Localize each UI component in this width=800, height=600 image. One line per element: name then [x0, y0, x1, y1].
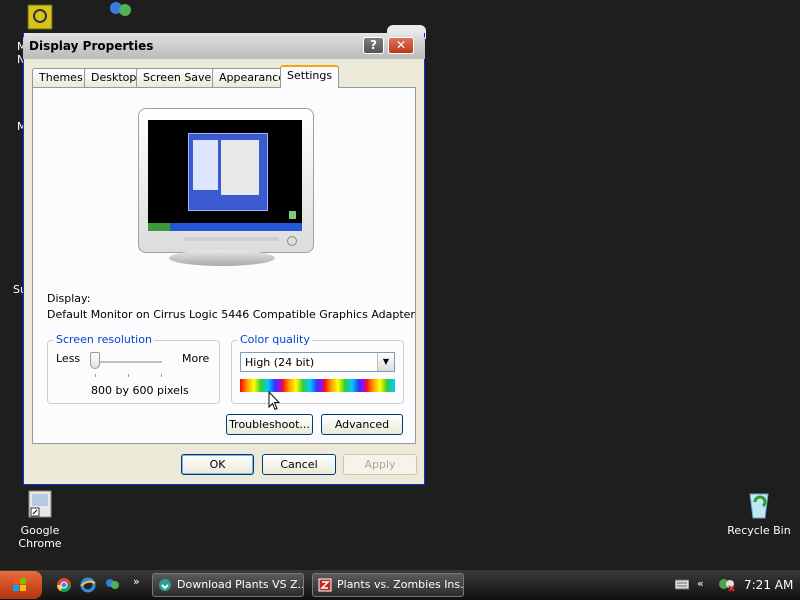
installer-task-icon	[318, 578, 332, 592]
ok-button[interactable]: OK	[181, 454, 254, 475]
windows-logo-icon	[13, 578, 27, 592]
desktop-icon-recycle-bin[interactable]: Recycle Bin	[719, 488, 799, 537]
desktop-icon-top-left[interactable]	[0, 4, 80, 30]
resolution-value: 800 by 600 pixels	[91, 384, 189, 397]
preview-recycle-icon	[289, 211, 296, 219]
desktop-icon-label: Google Chrome	[18, 524, 62, 550]
window-title: Display Properties	[29, 39, 154, 53]
color-quality-value: High (24 bit)	[245, 356, 315, 369]
preview-start-button	[148, 223, 170, 231]
cancel-button[interactable]: Cancel	[262, 454, 336, 475]
taskbar: » Download Plants VS Z... Plants vs. Zom…	[0, 570, 800, 600]
color-spectrum-bar	[240, 379, 395, 392]
messenger-icon	[105, 0, 135, 24]
resolution-slider-track[interactable]	[94, 361, 162, 364]
start-button[interactable]	[0, 571, 42, 599]
troubleshoot-button[interactable]: Troubleshoot...	[226, 414, 313, 435]
messenger-quicklaunch-icon[interactable]	[104, 577, 120, 593]
recycle-bin-icon	[743, 488, 775, 520]
help-button[interactable]: ?	[363, 37, 384, 54]
chrome-icon[interactable]	[56, 577, 72, 593]
tray-expand-button[interactable]: «	[697, 577, 704, 590]
clock[interactable]: 7:21 AM	[744, 578, 793, 592]
display-adapter-value: Default Monitor on Cirrus Logic 5446 Com…	[47, 308, 415, 321]
tab-screen-saver[interactable]: Screen Saver	[136, 68, 223, 87]
preview-window-thumbnail	[188, 133, 268, 211]
color-quality-legend: Color quality	[238, 333, 312, 346]
settings-tab-panel: Display: Default Monitor on Cirrus Logic…	[32, 87, 416, 444]
download-task-icon	[158, 578, 172, 592]
task-label: Download Plants VS Z...	[177, 578, 304, 591]
resolution-slider-thumb[interactable]	[90, 352, 100, 369]
internet-explorer-icon[interactable]	[80, 577, 96, 593]
monitor-preview-screen	[148, 120, 302, 231]
network-alert-icon[interactable]	[718, 576, 735, 592]
monitor-stand	[169, 250, 275, 266]
task-label: Plants vs. Zombies Ins...	[337, 578, 464, 591]
desktop-icon-messenger[interactable]	[80, 0, 160, 28]
apply-button[interactable]: Apply	[343, 454, 417, 475]
chrome-shortcut-icon	[24, 488, 56, 520]
display-label: Display:	[47, 292, 91, 305]
preview-taskbar	[148, 223, 302, 231]
monitor-power-button	[287, 236, 297, 246]
screen-resolution-group: Screen resolution Less More 800 by 600 p…	[47, 333, 220, 404]
desktop-icon-label: Recycle Bin	[727, 524, 791, 537]
color-quality-select[interactable]: High (24 bit) ▼	[240, 352, 395, 372]
task-button-download-plants[interactable]: Download Plants VS Z...	[152, 573, 304, 597]
slider-less-label: Less	[56, 352, 81, 365]
keyboard-icon[interactable]	[674, 578, 690, 590]
monitor-preview	[138, 108, 314, 253]
desktop-icon-google-chrome[interactable]: Google Chrome	[0, 488, 80, 550]
advanced-button[interactable]: Advanced	[321, 414, 403, 435]
tab-desktop[interactable]: Desktop	[84, 68, 144, 87]
quicklaunch-more-button[interactable]: »	[133, 575, 140, 588]
chevron-down-icon[interactable]: ▼	[377, 353, 394, 371]
tab-settings[interactable]: Settings	[280, 65, 340, 88]
slider-more-label: More	[182, 352, 210, 365]
color-quality-group: Color quality High (24 bit) ▼	[231, 333, 404, 404]
title-bar[interactable]: Display Properties ? ✕	[23, 33, 425, 59]
tab-themes[interactable]: Themes	[32, 68, 90, 87]
task-button-plants-vs-zombies-installer[interactable]: Plants vs. Zombies Ins...	[312, 573, 464, 597]
outlook-icon	[27, 4, 53, 30]
close-button[interactable]: ✕	[388, 37, 414, 54]
display-properties-dialog: Display Properties ? ✕ Themes Desktop Sc…	[23, 33, 425, 485]
mouse-cursor-icon	[268, 390, 281, 411]
screen-resolution-legend: Screen resolution	[54, 333, 154, 346]
